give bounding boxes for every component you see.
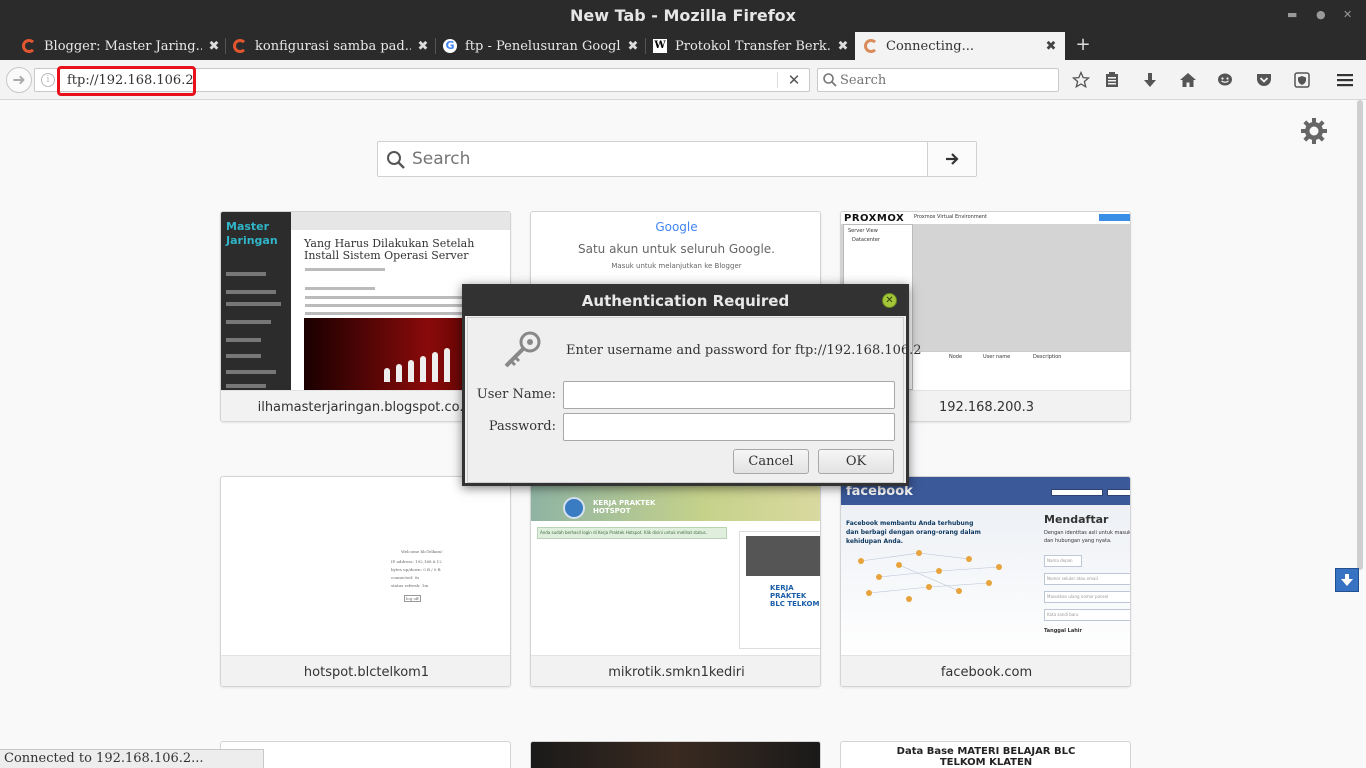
tile-thumbnail: KERJA PRAKTEK HOTSPOT Anda sudah berhasi…: [531, 477, 820, 655]
password-input[interactable]: [563, 413, 895, 441]
partial-tile-text: Data Base MATERI BELAJAR BLC TELKOM KLAT…: [896, 746, 1076, 768]
world-connections-graphic: [858, 550, 1002, 602]
tab-label: Blogger: Master Jaring...: [44, 38, 202, 54]
maximize-button[interactable]: ●: [1316, 8, 1326, 21]
tab-strip: Blogger: Master Jaring... ✖ konfigurasi …: [0, 32, 1366, 60]
blogger-loading-icon: [233, 39, 247, 53]
authentication-dialog: Authentication Required ✕ Enter username…: [462, 284, 922, 486]
dialog-close-icon[interactable]: ✕: [882, 293, 897, 308]
newtab-search-box[interactable]: [377, 141, 977, 177]
google-icon: G: [443, 39, 457, 53]
tile-caption: mikrotik.smkn1kediri: [531, 655, 820, 686]
top-site-tile-partial[interactable]: [530, 741, 821, 768]
blog-logo-text: Master Jaringan: [226, 220, 278, 247]
tab-connecting[interactable]: Connecting... ✖: [855, 32, 1065, 60]
tab-label: ftp - Penelusuran Google: [465, 38, 621, 54]
url-bar[interactable]: i ✕: [34, 68, 810, 92]
extension-shield-icon[interactable]: [1291, 69, 1313, 91]
top-site-tile-partial[interactable]: Data Base MATERI BELAJAR BLC TELKOM KLAT…: [840, 741, 1131, 768]
close-window-button[interactable]: ✕: [1343, 8, 1352, 21]
tile-caption: facebook.com: [841, 655, 1130, 686]
tile-caption: hotspot.blctelkom1: [221, 655, 510, 686]
reading-list-icon[interactable]: [1101, 69, 1123, 91]
wikipedia-icon: W: [653, 39, 667, 53]
back-arrow-icon[interactable]: ➜: [6, 67, 32, 93]
tile-thumbnail: facebook Facebook membantu Anda terhubun…: [841, 477, 1130, 655]
mikrotik-header-text: KERJA PRAKTEK HOTSPOT: [593, 499, 656, 515]
window-titlebar: New Tab - Mozilla Firefox ▬ ● ✕: [0, 0, 1366, 32]
cancel-button[interactable]: Cancel: [733, 449, 809, 474]
newtab-search-input[interactable]: [412, 147, 912, 171]
ok-button[interactable]: OK: [818, 449, 894, 474]
tab-blogger[interactable]: Blogger: Master Jaring... ✖: [22, 32, 222, 60]
username-input[interactable]: [563, 381, 895, 409]
scroll-down-arrow-icon[interactable]: [1335, 568, 1359, 592]
info-icon[interactable]: i: [41, 73, 55, 87]
tab-google-search[interactable]: G ftp - Penelusuran Google ✖: [443, 32, 641, 60]
search-bar[interactable]: [817, 68, 1059, 92]
bookmark-star-icon[interactable]: [1070, 69, 1092, 91]
facebook-logo-text: facebook: [846, 484, 913, 499]
tab-close-icon[interactable]: ✖: [835, 39, 851, 54]
arrow-right-icon: [946, 153, 959, 165]
google-tagline: Satu akun untuk seluruh Google.: [577, 242, 775, 256]
dialog-title: Authentication Required: [465, 287, 906, 316]
google-subtitle: Masuk untuk melanjutkan ke Blogger: [611, 262, 742, 270]
top-site-tile[interactable]: KERJA PRAKTEK HOTSPOT Anda sudah berhasi…: [530, 476, 821, 687]
status-bar-text: Connected to 192.168.106.2...: [0, 749, 264, 768]
search-go-button[interactable]: [927, 142, 976, 176]
tab-label: Protokol Transfer Berk...: [675, 38, 831, 54]
search-input[interactable]: [840, 71, 1050, 89]
search-icon: [387, 151, 405, 169]
username-label: User Name:: [476, 387, 556, 402]
blogger-loading-icon: [22, 39, 36, 53]
tab-label: konfigurasi samba pad...: [255, 38, 411, 54]
tab-close-icon[interactable]: ✖: [206, 39, 222, 54]
tab-label: Connecting...: [886, 38, 974, 54]
proxmox-logo-text: PROXMOX: [844, 213, 905, 224]
password-label: Password:: [488, 419, 556, 434]
tab-close-icon[interactable]: ✖: [1043, 39, 1059, 54]
window-title: New Tab - Mozilla Firefox: [570, 6, 796, 25]
tab-samba[interactable]: konfigurasi samba pad... ✖: [233, 32, 431, 60]
tab-close-icon[interactable]: ✖: [415, 39, 431, 54]
google-logo-text: Google: [655, 220, 698, 234]
minimize-button[interactable]: ▬: [1287, 8, 1297, 21]
gear-icon[interactable]: [1300, 117, 1328, 145]
blog-post-title: Yang Harus Dilakukan Setelah Install Sis…: [304, 237, 475, 262]
top-site-tile[interactable]: Welcome blcTelkom! IP address: 192.168.8…: [220, 476, 511, 687]
key-icon: [504, 331, 541, 368]
pocket-icon[interactable]: [1253, 69, 1275, 91]
tile-thumbnail: Welcome blcTelkom! IP address: 192.168.8…: [391, 549, 443, 602]
stop-loading-x-icon[interactable]: ✕: [783, 70, 805, 90]
new-tab-plus-icon[interactable]: +: [1074, 36, 1092, 54]
tab-close-icon[interactable]: ✖: [625, 39, 641, 54]
home-icon[interactable]: [1177, 69, 1199, 91]
dialog-message: Enter username and password for ftp://19…: [566, 343, 922, 358]
url-input[interactable]: [67, 71, 767, 89]
hamburger-menu-icon[interactable]: [1334, 69, 1356, 91]
vertical-scrollbar[interactable]: [1357, 100, 1363, 570]
downloads-arrow-icon[interactable]: [1139, 69, 1161, 91]
search-icon: [823, 73, 837, 87]
tab-wikipedia[interactable]: W Protokol Transfer Berk... ✖: [653, 32, 851, 60]
top-site-tile[interactable]: facebook Facebook membantu Anda terhubun…: [840, 476, 1131, 687]
dialog-body: Enter username and password for ftp://19…: [467, 317, 922, 483]
loading-spinner-icon: [864, 39, 878, 53]
navigation-toolbar: ➜ i ✕: [0, 60, 1366, 100]
hello-chat-icon[interactable]: [1214, 69, 1236, 91]
